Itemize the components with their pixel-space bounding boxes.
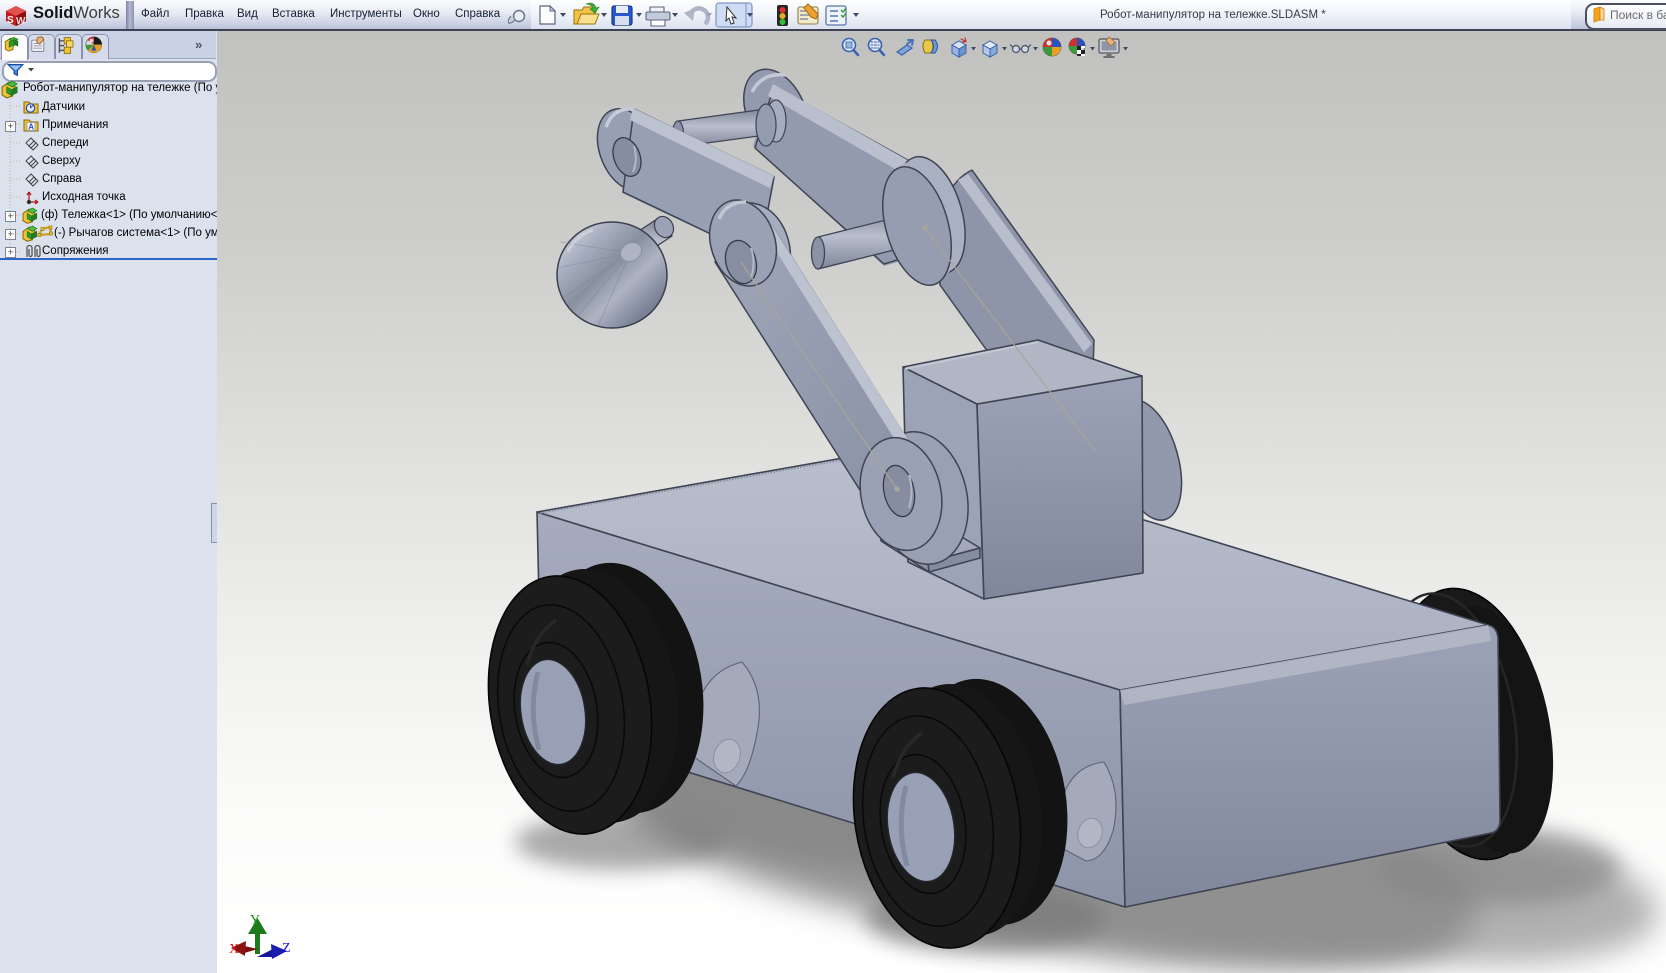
svg-text:Y: Y bbox=[250, 913, 260, 928]
svg-text:W: W bbox=[16, 16, 26, 27]
svg-text:A: A bbox=[28, 123, 34, 132]
svg-text:S: S bbox=[7, 15, 14, 26]
svg-text:X: X bbox=[229, 942, 239, 957]
svg-text:Z: Z bbox=[282, 941, 291, 956]
